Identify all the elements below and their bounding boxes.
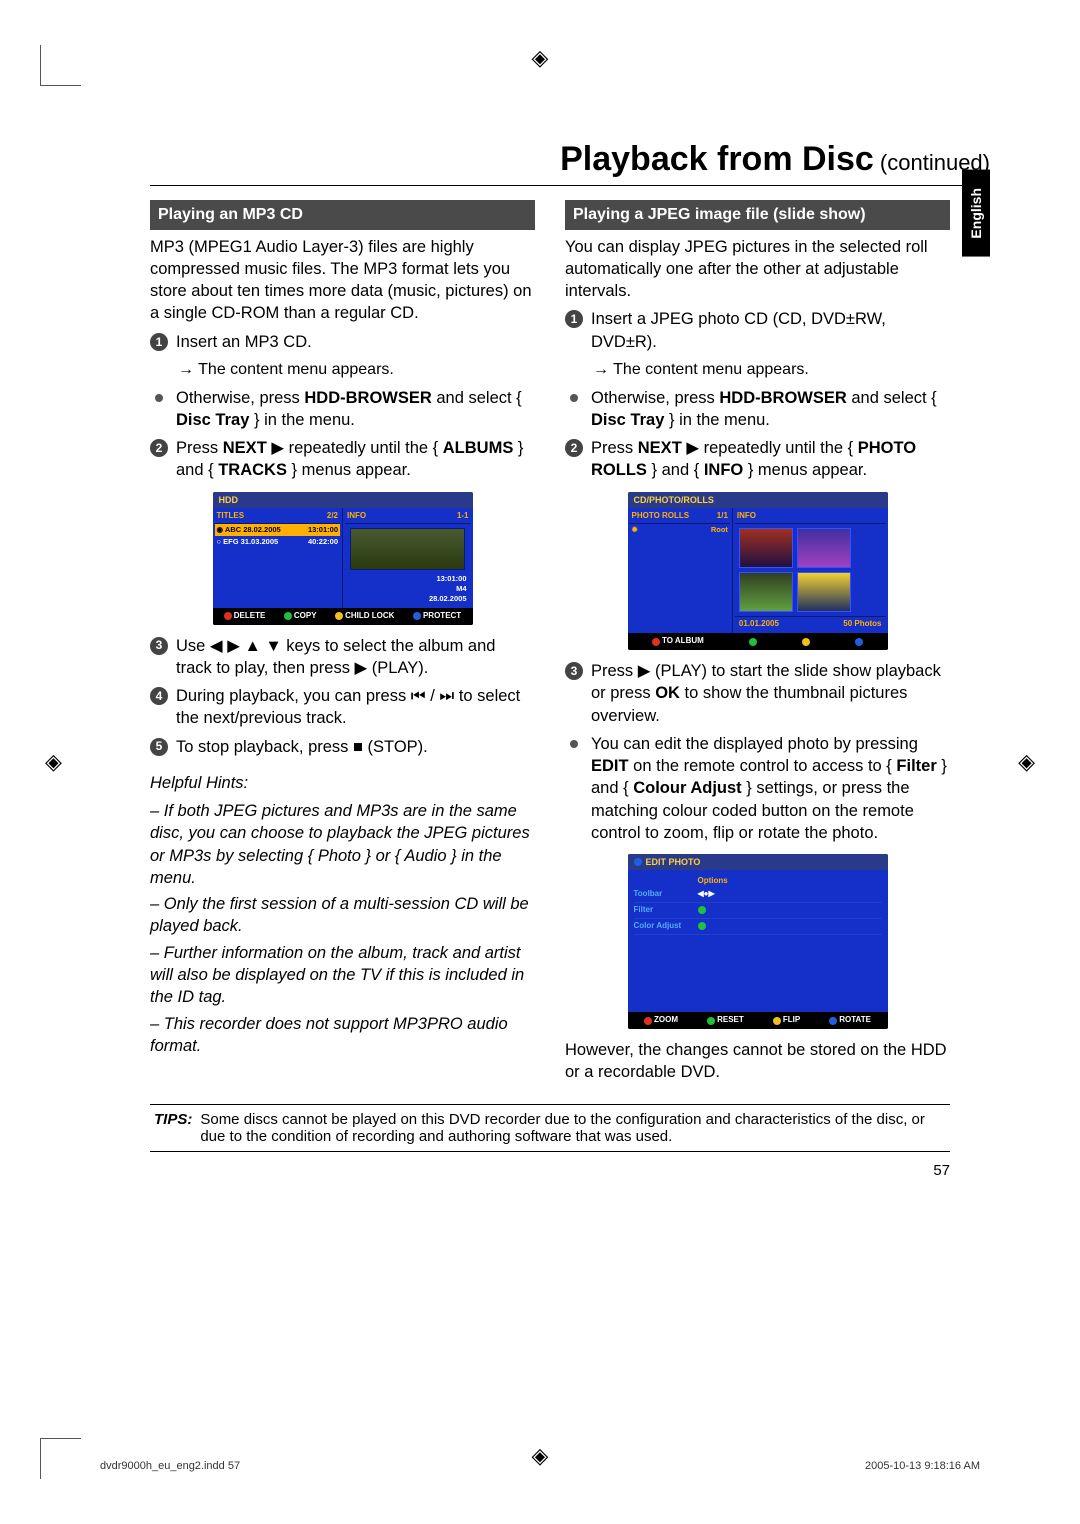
mp3-step-5: 5 To stop playback, press ■ (STOP). (150, 736, 535, 758)
hdd-browser-screenshot: HDD TITLES2/2 ◉ ABC 28.02.200513:01:00 ○… (213, 492, 473, 625)
bullet-1-icon: 1 (565, 310, 583, 328)
thumbnail-icon (797, 572, 851, 612)
jpeg-step-1: 1 Insert a JPEG photo CD (CD, DVD±RW, DV… (565, 308, 950, 353)
mp3-step-2-text: Press NEXT ▶ repeatedly until the { ALBU… (176, 437, 535, 482)
bullet-dot-icon (570, 394, 578, 402)
mp3-step-5-text: To stop playback, press ■ (STOP). (176, 736, 428, 758)
mp3-intro: MP3 (MPEG1 Audio Layer-3) files are high… (150, 236, 535, 325)
tips-box: TIPS: Some discs cannot be played on thi… (150, 1104, 950, 1152)
page: ◈ ◈ ◈ ◈ Playback from Disc (continued) E… (0, 0, 1080, 1524)
thumbnail-icon (739, 528, 793, 568)
jpeg-bullet-a: Otherwise, press HDD-BROWSER and select … (565, 387, 950, 432)
register-mark-right: ◈ (1018, 749, 1035, 775)
tips-text: Some discs cannot be played on this DVD … (200, 1111, 946, 1145)
bullet-dot-icon (570, 740, 578, 748)
content-columns: Playing an MP3 CD MP3 (MPEG1 Audio Layer… (150, 200, 950, 1090)
section-header-jpeg: Playing a JPEG image file (slide show) (565, 200, 950, 230)
hint-4: – This recorder does not support MP3PRO … (150, 1013, 535, 1058)
crop-mark-tl (40, 45, 81, 86)
crop-mark-bl (40, 1438, 81, 1479)
mp3-step-2: 2 Press NEXT ▶ repeatedly until the { AL… (150, 437, 535, 482)
bullet-4-icon: 4 (150, 687, 168, 705)
jpeg-bullet-a-text: Otherwise, press HDD-BROWSER and select … (591, 387, 950, 432)
page-number: 57 (90, 1162, 950, 1179)
tips-label: TIPS: (154, 1111, 192, 1145)
hint-2: – Only the first session of a multi-sess… (150, 893, 535, 938)
jpeg-step-1-sub: → The content menu appears. (593, 359, 950, 381)
thumbnail-icon (739, 572, 793, 612)
mp3-step-1-sub: → The content menu appears. (178, 359, 535, 381)
mp3-bullet-a-text: Otherwise, press HDD-BROWSER and select … (176, 387, 535, 432)
jpeg-bullet-b: You can edit the displayed photo by pres… (565, 733, 950, 844)
bullet-3-icon: 3 (565, 662, 583, 680)
photo-rolls-screenshot: CD/PHOTO/ROLLS PHOTO ROLLS1/1 ✹ Root INF… (628, 492, 888, 651)
footer-filename: dvdr9000h_eu_eng2.indd 57 (100, 1460, 240, 1472)
mp3-step-3: 3 Use ◀ ▶ ▲ ▼ keys to select the album a… (150, 635, 535, 680)
left-column: Playing an MP3 CD MP3 (MPEG1 Audio Layer… (150, 200, 535, 1090)
footer-line: dvdr9000h_eu_eng2.indd 57 2005-10-13 9:1… (100, 1460, 980, 1472)
hints-block: – If both JPEG pictures and MP3s are in … (150, 800, 535, 1057)
jpeg-step-1-text: Insert a JPEG photo CD (CD, DVD±RW, DVD±… (591, 308, 950, 353)
language-tab: English (962, 170, 990, 257)
mp3-step-1-text: Insert an MP3 CD. (176, 331, 312, 353)
footer-timestamp: 2005-10-13 9:18:16 AM (865, 1460, 980, 1472)
jpeg-step-3: 3 Press ▶ (PLAY) to start the slide show… (565, 660, 950, 727)
mp3-step-1: 1 Insert an MP3 CD. (150, 331, 535, 353)
thumbnail-icon (350, 528, 465, 570)
jpeg-step-3-text: Press ▶ (PLAY) to start the slide show p… (591, 660, 950, 727)
title-main: Playback from Disc (560, 140, 874, 178)
mp3-step-4: 4 During playback, you can press ⏮ / ⏭ t… (150, 685, 535, 730)
jpeg-intro: You can display JPEG pictures in the sel… (565, 236, 950, 303)
hint-3: – Further information on the album, trac… (150, 942, 535, 1009)
jpeg-step-2: 2 Press NEXT ▶ repeatedly until the { PH… (565, 437, 950, 482)
right-column: Playing a JPEG image file (slide show) Y… (565, 200, 950, 1090)
register-mark-left: ◈ (45, 749, 62, 775)
bullet-2-icon: 2 (565, 439, 583, 457)
jpeg-step-2-text: Press NEXT ▶ repeatedly until the { PHOT… (591, 437, 950, 482)
hints-title: Helpful Hints: (150, 772, 535, 794)
mp3-bullet-a: Otherwise, press HDD-BROWSER and select … (150, 387, 535, 432)
register-mark-top: ◈ (532, 45, 549, 71)
page-title: Playback from Disc (continued) (150, 140, 990, 186)
mp3-step-3-text: Use ◀ ▶ ▲ ▼ keys to select the album and… (176, 635, 535, 680)
jpeg-outro: However, the changes cannot be stored on… (565, 1039, 950, 1084)
thumbnail-icon (797, 528, 851, 568)
jpeg-bullet-b-text: You can edit the displayed photo by pres… (591, 733, 950, 844)
edit-photo-screenshot: EDIT PHOTO Options Toolbar◀●▶ Filter Col… (628, 854, 888, 1029)
ss1-header: HDD (213, 492, 473, 508)
ss2-header: CD/PHOTO/ROLLS (628, 492, 888, 508)
section-header-mp3: Playing an MP3 CD (150, 200, 535, 230)
bullet-5-icon: 5 (150, 738, 168, 756)
bullet-2-icon: 2 (150, 439, 168, 457)
mp3-step-4-text: During playback, you can press ⏮ / ⏭ to … (176, 685, 535, 730)
bullet-1-icon: 1 (150, 333, 168, 351)
bullet-3-icon: 3 (150, 637, 168, 655)
hint-1: – If both JPEG pictures and MP3s are in … (150, 800, 535, 889)
bullet-dot-icon (155, 394, 163, 402)
